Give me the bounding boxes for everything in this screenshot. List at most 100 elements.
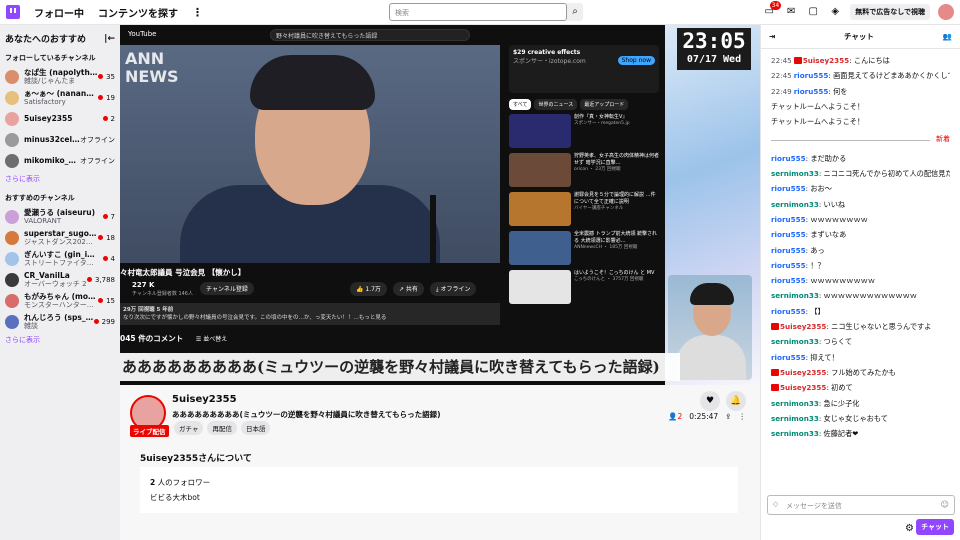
chat-message: rioru555: まずいなあ xyxy=(771,230,847,240)
youtube-screen: YouTube 野々村議員に吹き替えてもらった語録 ANN NEWS 々村竜太郎議… xyxy=(120,25,665,385)
chat-message: sernimon33: 女じゃ女じゃおもて xyxy=(771,413,888,423)
sidebar-item-recommended[interactable]: ぎんいすこ (gin_i… ストリートファイタ… 4 xyxy=(0,248,120,269)
sidebar-item-following[interactable]: なぱ生 (napolythm) 雑談/じゃんたま 35 xyxy=(0,66,120,87)
yt-suggestion-channel: こっちのけんと ・ 3757万 回視聴 xyxy=(574,277,644,282)
sidebar-item-following[interactable]: mikomiko_ovo オフライン xyxy=(0,150,120,171)
more-menu-icon[interactable]: ⋮ xyxy=(192,6,203,19)
chat-username[interactable]: sernimon33 xyxy=(771,399,819,408)
chat-input[interactable]: ◇ メッセージを送信 ☺ xyxy=(767,495,955,515)
sidebar-item-recommended[interactable]: 愛瀬うる (aiseuru) VALORANT 7 xyxy=(0,206,120,227)
live-dot-icon xyxy=(98,298,104,303)
nav-browse[interactable]: コンテンツを探す xyxy=(98,5,178,20)
twitch-logo-icon[interactable] xyxy=(6,5,20,19)
chat-message: sernimon33: つらくて xyxy=(771,337,853,347)
stream-tag[interactable]: 日本語 xyxy=(240,421,271,435)
sidebar-item-following[interactable]: 5uisey2355 2 xyxy=(0,108,120,129)
sidebar-item-recommended[interactable]: もがみちゃん (mog… モンスターハンター… 15 xyxy=(0,290,120,311)
channel-text: CR_VanilLa オーバーウォッチ 2 xyxy=(24,271,87,289)
chat-username[interactable]: rioru555 xyxy=(771,353,806,362)
search-icon[interactable]: ⌕ xyxy=(567,3,583,21)
chat-username[interactable]: sernimon33 xyxy=(771,291,819,300)
chat-username[interactable]: rioru555 xyxy=(794,71,829,80)
chat-message: rioru555: ！？ xyxy=(771,260,825,270)
channel-text: なぱ生 (napolythm) 雑談/じゃんたま xyxy=(24,68,98,86)
sidebar-item-following[interactable]: ぁ～ぁ～ (nanana5… Satisfactory 19 xyxy=(0,87,120,108)
channel-avatar xyxy=(5,209,19,224)
yt-suggestion-title: 狩野英孝、女子高生の肉体精神は何者せず 暗学況に直撃… xyxy=(574,153,660,166)
channel-game: 雑談 xyxy=(24,321,38,330)
chat-username[interactable]: 5uisey2355 xyxy=(780,322,826,331)
chat-text: あっ xyxy=(810,245,825,255)
yt-comments-count: 045 件のコメント ☰ 並べ替え xyxy=(120,334,228,343)
chat-message: rioru555: ｗｗｗｗｗｗｗｗ xyxy=(771,214,868,224)
chat-username[interactable]: rioru555 xyxy=(771,230,806,239)
channel-avatar xyxy=(5,293,19,308)
chat-text: 急に少子化 xyxy=(823,398,860,408)
stream-tag[interactable]: ガチャ xyxy=(174,421,204,435)
streamer-name[interactable]: 5uisey2355 xyxy=(172,394,237,405)
nav-following[interactable]: フォロー中 xyxy=(34,5,84,20)
chat-bubble-icon[interactable]: ▢ xyxy=(806,5,820,19)
chat-messages: 22:45 5uisey2355: こんにちは 22:45 rioru555: 画面見… xyxy=(761,49,960,445)
top-bar: フォロー中 コンテンツを探す ⋮ 検索 ⌕ ▭ 34 ✉ ▢ ◈ 無料で広告なしで… xyxy=(0,0,960,25)
show-more-following[interactable]: さらに表示 xyxy=(0,171,120,190)
settings-gear-icon[interactable]: ⚙ xyxy=(905,523,914,534)
chat-username[interactable]: rioru555 xyxy=(771,307,806,316)
users-icon[interactable]: 👥 xyxy=(943,32,952,41)
ad-free-button[interactable]: 無料で広告なしで視聴 xyxy=(850,4,930,20)
yt-suggestion: 全米震撼 トランプ前大統領 銃撃される 大統領選に影響必… ANNnewsCH ・… xyxy=(509,231,659,267)
chat-username[interactable]: rioru555 xyxy=(771,261,806,270)
chat-username[interactable]: 5uisey2355 xyxy=(780,368,826,377)
chat-username[interactable]: rioru555 xyxy=(771,215,806,224)
chat-username[interactable]: rioru555 xyxy=(771,154,806,163)
more-options-icon[interactable]: ⋮ xyxy=(739,412,747,421)
chat-username[interactable]: sernimon33 xyxy=(771,337,819,346)
chat-message: sernimon33: 佐藤記者❤ xyxy=(771,429,859,439)
share-icon[interactable]: ⇪ xyxy=(725,412,731,421)
search-input[interactable]: 検索 xyxy=(389,3,567,21)
yt-thumbnail xyxy=(509,153,571,187)
notifications-icon[interactable]: ▭ 34 xyxy=(762,1,782,19)
chat-username[interactable]: sernimon33 xyxy=(771,200,819,209)
chat-username[interactable]: 5uisey2355 xyxy=(780,383,826,392)
sidebar-item-following[interactable]: minus32celsiusオフライン xyxy=(0,129,120,150)
stream-tag[interactable]: 再配信 xyxy=(207,421,237,435)
chat-text: まずいなあ xyxy=(810,230,847,240)
channel-text: 愛瀬うる (aiseuru) VALORANT xyxy=(24,208,103,226)
chat-username[interactable]: rioru555 xyxy=(771,184,806,193)
chat-username[interactable]: sernimon33 xyxy=(771,414,819,423)
chat-username[interactable]: rioru555 xyxy=(794,87,829,96)
sidebar-item-recommended[interactable]: れんじろう (sps_r… 雑談 299 xyxy=(0,311,120,332)
notification-count: 34 xyxy=(769,1,782,10)
chat-username[interactable]: rioru555 xyxy=(771,246,806,255)
sidebar-item-recommended[interactable]: CR_VanilLa オーバーウォッチ 2 3,788 xyxy=(0,269,120,290)
channel-name: ぎんいすこ (gin_i… xyxy=(24,249,95,259)
chat-username[interactable]: sernimon33 xyxy=(771,429,819,438)
video-player[interactable]: YouTube 野々村議員に吹き替えてもらった語録 ANN NEWS 々村竜太郎議… xyxy=(120,25,760,385)
channel-name: CR_VanilLa xyxy=(24,270,70,280)
chat-username[interactable]: 5uisey2355 xyxy=(803,56,849,65)
bits-icon[interactable]: ◇ xyxy=(773,500,778,508)
channel-viewers: 3,788 xyxy=(86,276,115,284)
chat-username[interactable]: sernimon33 xyxy=(771,169,819,178)
channel-name: れんじろう (sps_r… xyxy=(24,312,94,322)
collapse-chat-icon[interactable]: ⇥ xyxy=(769,32,775,41)
yt-thumbnail xyxy=(509,231,571,265)
show-more-recommended[interactable]: さらに表示 xyxy=(0,332,120,351)
whispers-icon[interactable]: ✉ xyxy=(784,5,798,19)
live-dot-icon xyxy=(98,235,104,240)
emote-icon[interactable]: ☺ xyxy=(941,500,949,509)
sidebar-item-recommended[interactable]: superstar_sugoko… ジャストダンス202… 18 xyxy=(0,227,120,248)
notification-bell-icon[interactable]: 🔔 xyxy=(726,391,746,411)
recommended-header: おすすめのチャンネル xyxy=(5,194,75,202)
chat-username[interactable]: rioru555 xyxy=(771,276,806,285)
follow-heart-icon[interactable]: ♥ xyxy=(700,391,720,411)
channel-game: 雑談/じゃんたま xyxy=(24,76,76,85)
chat-text: ニコ生じゃないと思うんですよ xyxy=(831,322,932,332)
crown-icon[interactable]: ◈ xyxy=(828,5,842,19)
chat-send-button[interactable]: チャット xyxy=(916,519,954,535)
yt-suggestion-channel: ANNnewsCH ・ 185万 回視聴 xyxy=(574,245,638,250)
collapse-sidebar-icon[interactable]: |← xyxy=(104,34,115,44)
user-avatar[interactable] xyxy=(938,4,954,20)
chat-message: rioru555: ｗｗｗｗｗｗｗｗｗ xyxy=(771,276,876,286)
